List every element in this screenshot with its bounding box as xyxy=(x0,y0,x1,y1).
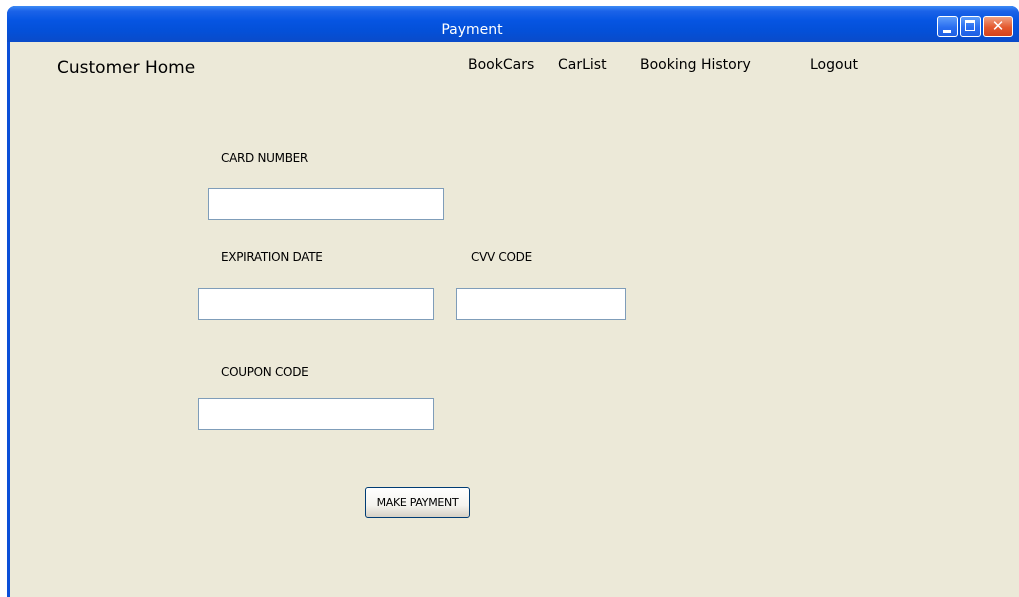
book-cars-link[interactable]: BookCars xyxy=(468,57,534,73)
logout-link[interactable]: Logout xyxy=(810,57,858,73)
car-list-link[interactable]: CarList xyxy=(558,57,607,73)
make-payment-button[interactable]: MAKE PAYMENT xyxy=(365,487,470,518)
title-bar[interactable]: Payment ✕ xyxy=(7,6,1019,42)
window-title: Payment xyxy=(441,22,503,38)
coupon-code-input[interactable] xyxy=(198,398,434,430)
close-button[interactable]: ✕ xyxy=(983,16,1013,37)
card-number-input[interactable] xyxy=(208,188,444,220)
maximize-icon[interactable] xyxy=(960,16,981,37)
coupon-code-label: COUPON CODE xyxy=(221,365,309,379)
cvv-code-label: CVV CODE xyxy=(471,250,532,264)
expiration-date-label: EXPIRATION DATE xyxy=(221,250,323,264)
booking-history-link[interactable]: Booking History xyxy=(640,57,751,73)
payment-window: Payment ✕ Customer Home BookCars CarList… xyxy=(7,6,1019,597)
card-number-label: CARD NUMBER xyxy=(221,151,308,165)
cvv-code-input[interactable] xyxy=(456,288,626,320)
customer-home-link[interactable]: Customer Home xyxy=(57,58,195,78)
close-icon: ✕ xyxy=(991,17,1005,35)
payment-panel: Customer Home BookCars CarList Booking H… xyxy=(10,42,1019,597)
expiration-date-input[interactable] xyxy=(198,288,434,320)
minimize-icon[interactable] xyxy=(937,16,958,37)
